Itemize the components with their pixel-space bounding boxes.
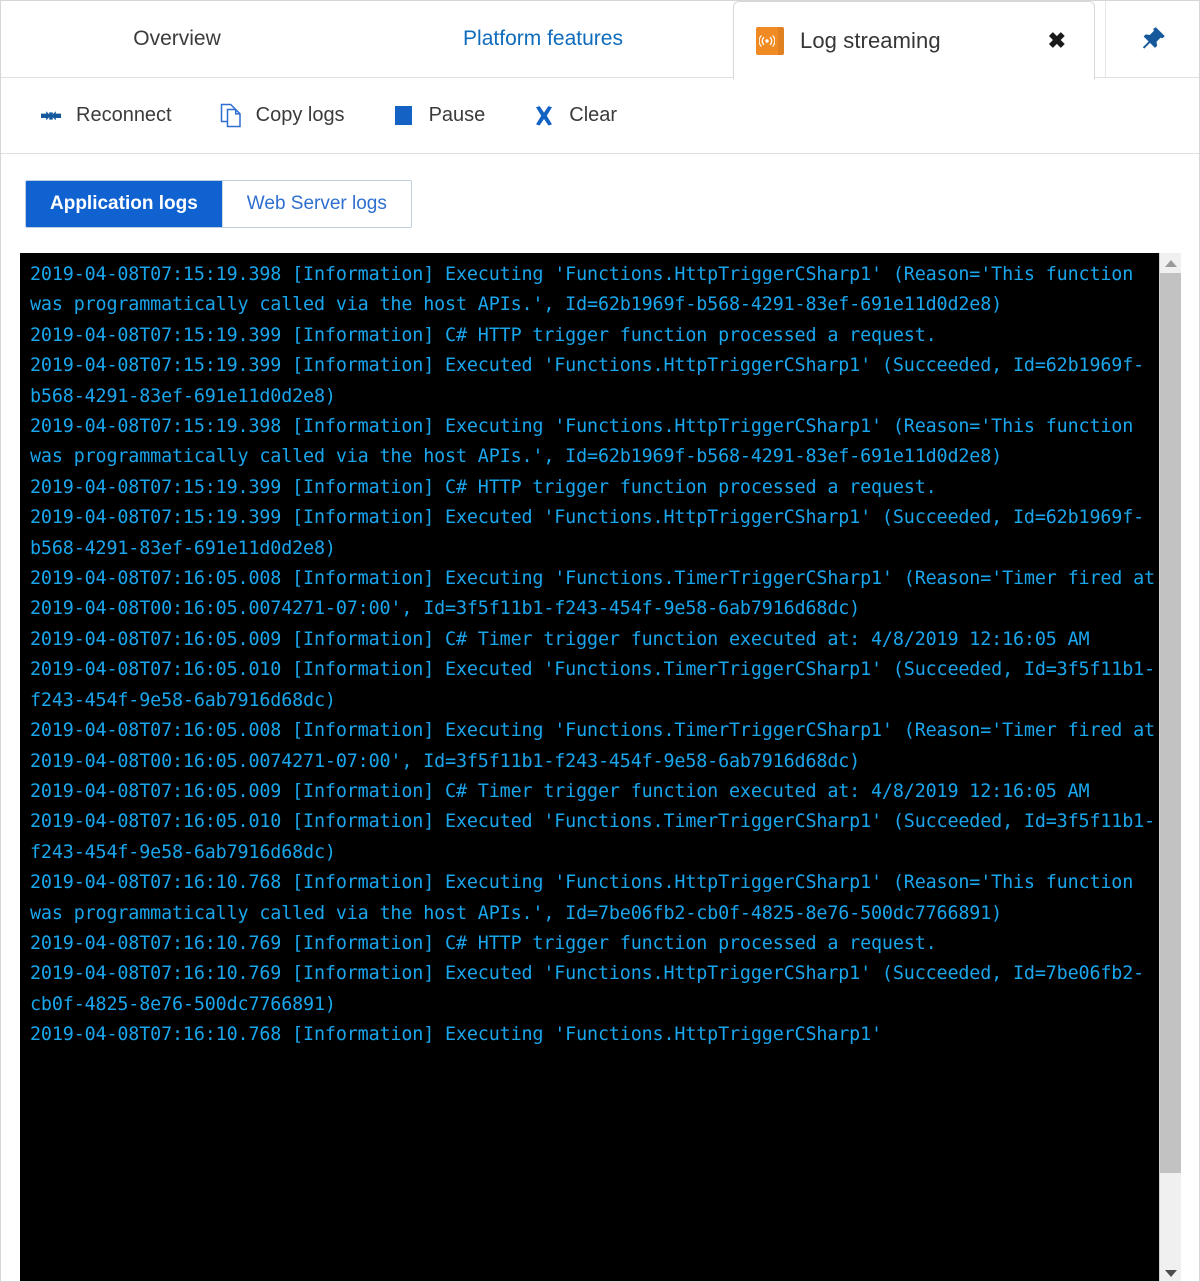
tab-log-streaming-label: Log streaming	[800, 27, 941, 53]
log-line: 2019-04-08T07:16:10.769 [Information] Ex…	[30, 963, 1145, 1015]
log-line: 2019-04-08T07:16:05.010 [Information] Ex…	[30, 811, 1155, 863]
clear-label: Clear	[569, 104, 618, 126]
scrollbar-track[interactable]	[1159, 273, 1181, 1263]
pause-label: Pause	[428, 104, 486, 126]
reconnect-label: Reconnect	[76, 104, 172, 126]
pause-button[interactable]: Pause	[390, 102, 486, 130]
log-line: 2019-04-08T07:15:19.399 [Information] Ex…	[30, 355, 1145, 407]
copy-icon	[217, 102, 245, 130]
copy-logs-button[interactable]: Copy logs	[217, 102, 345, 130]
pause-icon	[390, 102, 418, 130]
log-source-pivot: Application logs Web Server logs	[1, 154, 1199, 228]
tab-web-server-logs[interactable]: Web Server logs	[222, 181, 411, 227]
clear-button[interactable]: Clear	[530, 102, 617, 130]
tab-platform-features[interactable]: Platform features	[353, 1, 733, 77]
reconnect-button[interactable]: Reconnect	[37, 102, 172, 130]
log-line: 2019-04-08T07:15:19.398 [Information] Ex…	[30, 416, 1145, 468]
command-toolbar: Reconnect Copy logs Pause Clear	[1, 78, 1199, 154]
log-line: 2019-04-08T07:15:19.399 [Information] Ex…	[30, 507, 1145, 559]
clear-icon	[530, 102, 558, 130]
log-streaming-blade: Overview Platform features Log streaming…	[0, 0, 1200, 1282]
scroll-up-icon[interactable]	[1160, 253, 1182, 273]
log-line: 2019-04-08T07:16:10.768 [Information] Ex…	[30, 1024, 882, 1046]
tab-log-streaming[interactable]: Log streaming ✖	[733, 1, 1095, 80]
copy-logs-label: Copy logs	[255, 104, 345, 126]
log-console: 2019-04-08T07:15:19.398 [Information] Ex…	[20, 253, 1182, 1281]
tab-overview[interactable]: Overview	[1, 1, 353, 77]
log-line: 2019-04-08T07:16:10.768 [Information] Ex…	[30, 872, 1145, 924]
scrollbar-thumb[interactable]	[1159, 273, 1181, 1173]
log-line: 2019-04-08T07:16:05.009 [Information] C#…	[30, 780, 1090, 802]
log-line: 2019-04-08T07:16:10.769 [Information] C#…	[30, 932, 937, 954]
log-line: 2019-04-08T07:16:05.008 [Information] Ex…	[30, 720, 1155, 772]
tab-application-logs[interactable]: Application logs	[26, 181, 223, 227]
tab-web-server-logs-label: Web Server logs	[246, 193, 387, 214]
blade-tabstrip: Overview Platform features Log streaming…	[1, 1, 1199, 80]
close-icon[interactable]: ✖	[1030, 29, 1072, 52]
log-line: 2019-04-08T07:15:19.398 [Information] Ex…	[30, 264, 1145, 316]
pin-icon[interactable]	[1105, 1, 1199, 77]
log-line: 2019-04-08T07:16:05.009 [Information] C#…	[30, 628, 1090, 650]
tab-overview-label: Overview	[133, 27, 221, 50]
log-line: 2019-04-08T07:16:05.010 [Information] Ex…	[30, 659, 1155, 711]
tab-application-logs-label: Application logs	[50, 193, 198, 214]
console-scrollbar[interactable]	[1159, 253, 1182, 1281]
log-line: 2019-04-08T07:15:19.399 [Information] C#…	[30, 476, 937, 498]
log-line: 2019-04-08T07:15:19.399 [Information] C#…	[30, 324, 937, 346]
tab-platform-features-label: Platform features	[463, 27, 623, 50]
log-line: 2019-04-08T07:16:05.008 [Information] Ex…	[30, 568, 1155, 620]
log-streaming-icon	[756, 26, 786, 56]
scroll-down-icon[interactable]	[1160, 1263, 1182, 1281]
reconnect-icon	[37, 102, 65, 130]
log-output[interactable]: 2019-04-08T07:15:19.398 [Information] Ex…	[20, 253, 1159, 1281]
